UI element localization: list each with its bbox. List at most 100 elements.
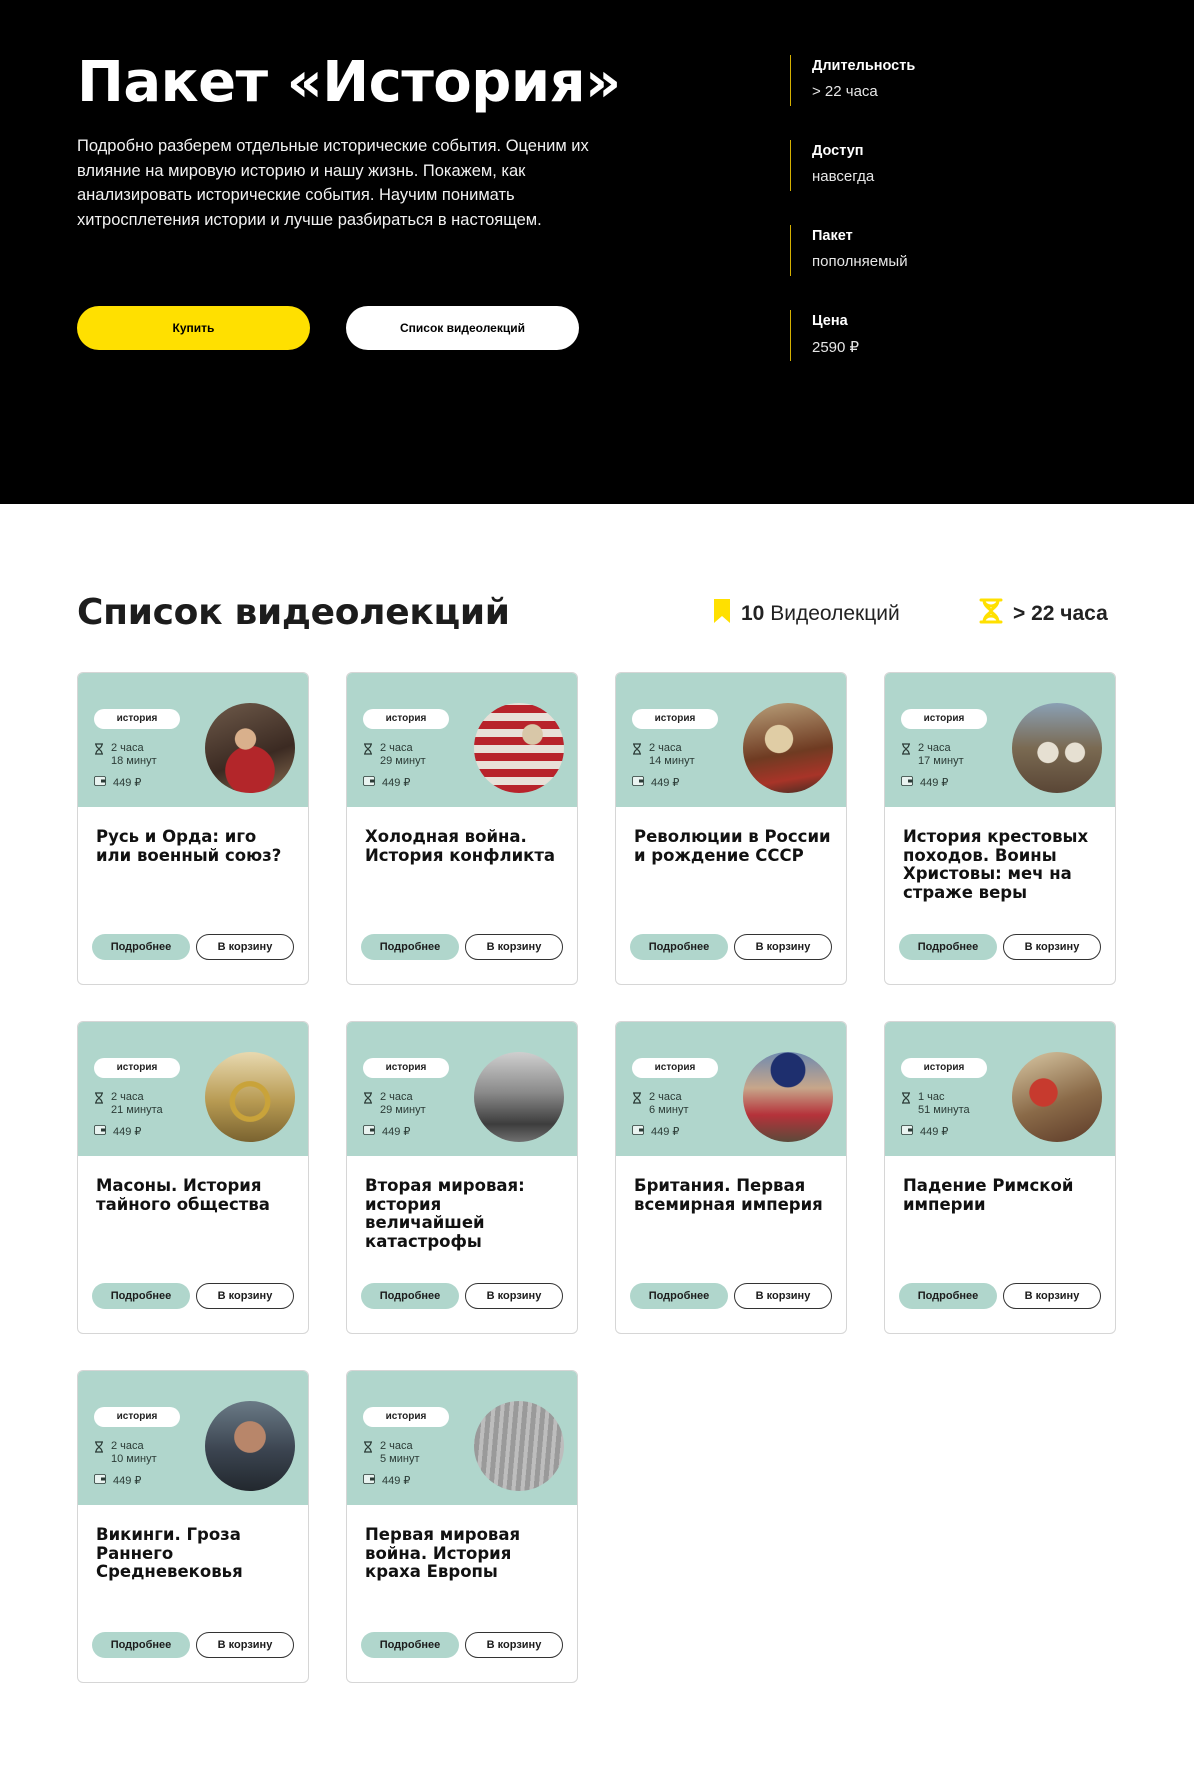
- add-to-cart-button[interactable]: В корзину: [196, 1632, 294, 1658]
- duration-hours: 2 часа: [380, 1091, 413, 1103]
- duration-minutes: 21 минута: [111, 1103, 163, 1116]
- details-button[interactable]: Подробнее: [899, 1283, 997, 1309]
- card-header: история 2 часа 29 минут 449 ₽: [347, 1022, 577, 1156]
- lecture-thumbnail: [205, 703, 295, 793]
- add-to-cart-button[interactable]: В корзину: [196, 1283, 294, 1309]
- lecture-card: история 2 часа 17 минут 449 ₽ История кре…: [884, 672, 1116, 985]
- add-to-cart-button[interactable]: В корзину: [465, 1283, 563, 1309]
- card-header: история 2 часа 14 минут 449 ₽: [616, 673, 846, 807]
- card-header: история 2 часа 29 минут 449 ₽: [347, 673, 577, 807]
- category-tag: история: [94, 1407, 180, 1427]
- lecture-title: Русь и Орда: иго или военный союз?: [96, 827, 282, 865]
- lecture-title: История крестовых походов. Воины Христов…: [903, 827, 1089, 902]
- lectures-label: Видеолекций: [770, 602, 900, 625]
- add-to-cart-button[interactable]: В корзину: [196, 934, 294, 960]
- card-price: 449 ₽: [113, 1126, 142, 1138]
- card-header: история 2 часа 21 минута 449 ₽: [78, 1022, 308, 1156]
- duration-hours: 2 часа: [111, 742, 144, 754]
- price-meta: 449 ₽: [94, 1125, 141, 1138]
- duration-minutes: 17 минут: [918, 754, 964, 767]
- lectures-count: 10: [741, 602, 765, 625]
- lecture-thumbnail: [474, 1401, 564, 1491]
- add-to-cart-button[interactable]: В корзину: [465, 1632, 563, 1658]
- duration-meta: 2 часа 17 минут: [901, 742, 964, 767]
- duration-meta: 2 часа 21 минута: [94, 1091, 163, 1116]
- duration-minutes: 5 минут: [380, 1452, 420, 1465]
- bookmark-icon: [713, 598, 731, 630]
- price-meta: 449 ₽: [94, 776, 141, 789]
- card-header: история 2 часа 17 минут 449 ₽: [885, 673, 1115, 807]
- duration-hours: 2 часа: [111, 1091, 144, 1103]
- fact-package: Пакет пополняемый: [790, 225, 915, 276]
- buy-button[interactable]: Купить: [77, 306, 310, 350]
- fact-value: 2590 ₽: [812, 339, 860, 356]
- duration-hours: 2 часа: [380, 1440, 413, 1452]
- lecture-title: Британия. Первая всемирная империя: [634, 1176, 823, 1214]
- wallet-icon: [94, 1474, 106, 1487]
- card-header: история 1 час 51 минута 449 ₽: [885, 1022, 1115, 1156]
- details-button[interactable]: Подробнее: [92, 1283, 190, 1309]
- details-button[interactable]: Подробнее: [361, 934, 459, 960]
- lecture-card: история 2 часа 18 минут 449 ₽ Русь и Орда…: [77, 672, 309, 985]
- lecture-card: история 2 часа 5 минут 449 ₽ Первая миров…: [346, 1370, 578, 1683]
- card-price: 449 ₽: [382, 1475, 411, 1487]
- category-tag: история: [632, 1058, 718, 1078]
- duration-hours: 2 часа: [918, 742, 951, 754]
- hourglass-icon: [363, 1091, 373, 1116]
- hourglass-icon: [363, 742, 373, 767]
- add-to-cart-button[interactable]: В корзину: [1003, 1283, 1101, 1309]
- duration-hours: 2 часа: [111, 1440, 144, 1452]
- lecture-thumbnail: [1012, 703, 1102, 793]
- lecture-thumbnail: [1012, 1052, 1102, 1142]
- duration-hours: 1 час: [918, 1091, 945, 1103]
- wallet-icon: [901, 776, 913, 789]
- add-to-cart-button[interactable]: В корзину: [465, 934, 563, 960]
- details-button[interactable]: Подробнее: [361, 1632, 459, 1658]
- duration-minutes: 29 минут: [380, 754, 426, 767]
- category-tag: история: [363, 1058, 449, 1078]
- fact-value: > 22 часа: [812, 83, 878, 100]
- wallet-icon: [94, 1125, 106, 1138]
- lecture-list-button[interactable]: Список видеолекций: [346, 306, 579, 350]
- hourglass-icon: [901, 742, 911, 767]
- details-button[interactable]: Подробнее: [361, 1283, 459, 1309]
- details-button[interactable]: Подробнее: [630, 1283, 728, 1309]
- total-hours: > 22 часа: [1013, 602, 1108, 625]
- hourglass-icon: [632, 1091, 642, 1116]
- price-meta: 449 ₽: [363, 776, 410, 789]
- card-header: история 2 часа 18 минут 449 ₽: [78, 673, 308, 807]
- lecture-title: Вторая мировая: история величайшей катас…: [365, 1176, 525, 1251]
- wallet-icon: [94, 776, 106, 789]
- fact-label: Доступ: [812, 143, 864, 159]
- total-hours-stat: > 22 часа: [979, 598, 1108, 630]
- wallet-icon: [632, 1125, 644, 1138]
- price-meta: 449 ₽: [363, 1125, 410, 1138]
- duration-meta: 2 часа 14 минут: [632, 742, 695, 767]
- add-to-cart-button[interactable]: В корзину: [734, 1283, 832, 1309]
- lecture-title: Холодная война. История конфликта: [365, 827, 556, 865]
- details-button[interactable]: Подробнее: [92, 1632, 190, 1658]
- details-button[interactable]: Подробнее: [899, 934, 997, 960]
- card-header: история 2 часа 10 минут 449 ₽: [78, 1371, 308, 1505]
- add-to-cart-button[interactable]: В корзину: [734, 934, 832, 960]
- wallet-icon: [363, 776, 375, 789]
- price-meta: 449 ₽: [901, 1125, 948, 1138]
- details-button[interactable]: Подробнее: [92, 934, 190, 960]
- duration-minutes: 29 минут: [380, 1103, 426, 1116]
- details-button[interactable]: Подробнее: [630, 934, 728, 960]
- duration-hours: 2 часа: [649, 1091, 682, 1103]
- duration-meta: 2 часа 29 минут: [363, 742, 426, 767]
- card-price: 449 ₽: [113, 777, 142, 789]
- hourglass-icon: [94, 742, 104, 767]
- lecture-card: история 2 часа 10 минут 449 ₽ Викинги. Гр…: [77, 1370, 309, 1683]
- price-meta: 449 ₽: [632, 776, 679, 789]
- lecture-card: история 2 часа 29 минут 449 ₽ Вторая миро…: [346, 1021, 578, 1334]
- hourglass-icon: [979, 598, 1003, 630]
- add-to-cart-button[interactable]: В корзину: [1003, 934, 1101, 960]
- wallet-icon: [363, 1474, 375, 1487]
- card-price: 449 ₽: [920, 1126, 949, 1138]
- hourglass-icon: [94, 1440, 104, 1465]
- package-facts: Длительность > 22 часа Доступ навсегда П…: [790, 55, 915, 395]
- lecture-thumbnail: [743, 703, 833, 793]
- lecture-title: Падение Римской империи: [903, 1176, 1074, 1214]
